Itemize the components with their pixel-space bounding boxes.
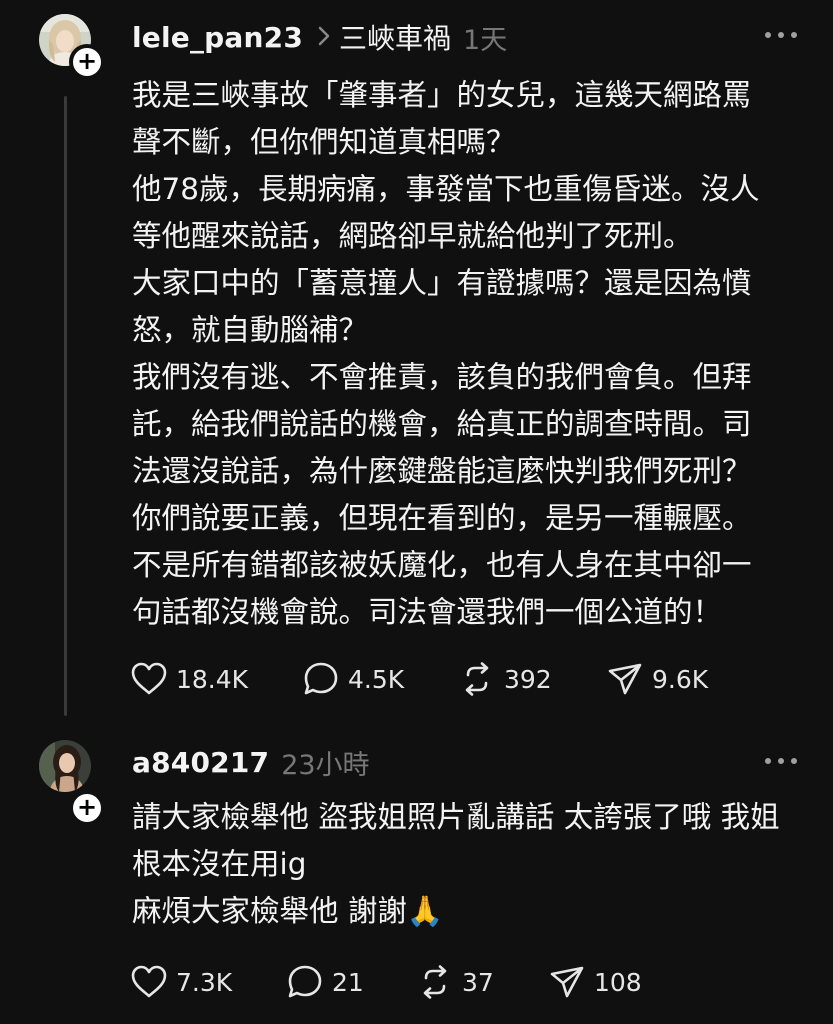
more-icon[interactable] (765, 30, 797, 40)
reply-button[interactable]: 21 (286, 962, 416, 1002)
post-actions-bar: 7.3K 21 37 108 (130, 962, 678, 1002)
username-link[interactable]: lele_pan23 (132, 21, 303, 54)
follow-plus-icon[interactable]: + (69, 44, 105, 80)
chevron-right-icon (317, 21, 331, 54)
post-header: a840217 23小時 (132, 740, 370, 784)
like-count: 18.4K (176, 664, 249, 694)
reply-count: 21 (332, 967, 364, 997)
profile-photo-icon (39, 740, 91, 792)
thread-post-2: + a840217 23小時 請大家檢舉他 盜我姐照片亂講話 太誇張了哦 我姐 … (0, 730, 833, 1024)
repost-icon (416, 964, 454, 1000)
share-count: 108 (594, 967, 642, 997)
heart-icon (130, 964, 168, 1000)
like-button[interactable]: 18.4K (130, 659, 302, 699)
reply-count: 4.5K (348, 664, 405, 694)
repost-count: 37 (462, 967, 494, 997)
share-icon (548, 964, 586, 1000)
like-button[interactable]: 7.3K (130, 962, 286, 1002)
share-button[interactable]: 9.6K (606, 659, 736, 699)
reply-button[interactable]: 4.5K (302, 659, 458, 699)
like-count: 7.3K (176, 967, 233, 997)
heart-icon (130, 661, 168, 697)
thread-connector-line (64, 96, 67, 716)
post-header: lele_pan23 三峽車禍 1天 (132, 15, 507, 59)
share-button[interactable]: 108 (548, 962, 678, 1002)
avatar[interactable] (39, 740, 91, 792)
topic-tag-link[interactable]: 三峽車禍 (339, 17, 451, 57)
comment-icon (286, 964, 324, 1000)
repost-icon (458, 661, 496, 697)
more-icon[interactable] (765, 756, 797, 766)
post-timestamp: 1天 (463, 24, 508, 56)
repost-button[interactable]: 37 (416, 962, 548, 1002)
share-icon (606, 661, 644, 697)
post-body-text: 我是三峽事故「肇事者」的女兒，這幾天網路罵 聲不斷，但你們知道真相嗎？ 他78歲… (132, 78, 760, 629)
repost-count: 392 (504, 664, 552, 694)
post-timestamp: 23小時 (281, 749, 370, 781)
thread-post-1: + lele_pan23 三峽車禍 1天 我是三峽事故「肇事者」的女兒，這幾天網… (0, 0, 833, 730)
username-link[interactable]: a840217 (132, 746, 269, 779)
comment-icon (302, 661, 340, 697)
repost-button[interactable]: 392 (458, 659, 606, 699)
post-actions-bar: 18.4K 4.5K 392 9.6K (130, 659, 736, 699)
post-body-text: 請大家檢舉他 盜我姐照片亂講話 太誇張了哦 我姐 根本沒在用ig 麻煩大家檢舉他… (132, 800, 780, 928)
share-count: 9.6K (652, 664, 709, 694)
follow-plus-icon[interactable]: + (69, 790, 105, 826)
